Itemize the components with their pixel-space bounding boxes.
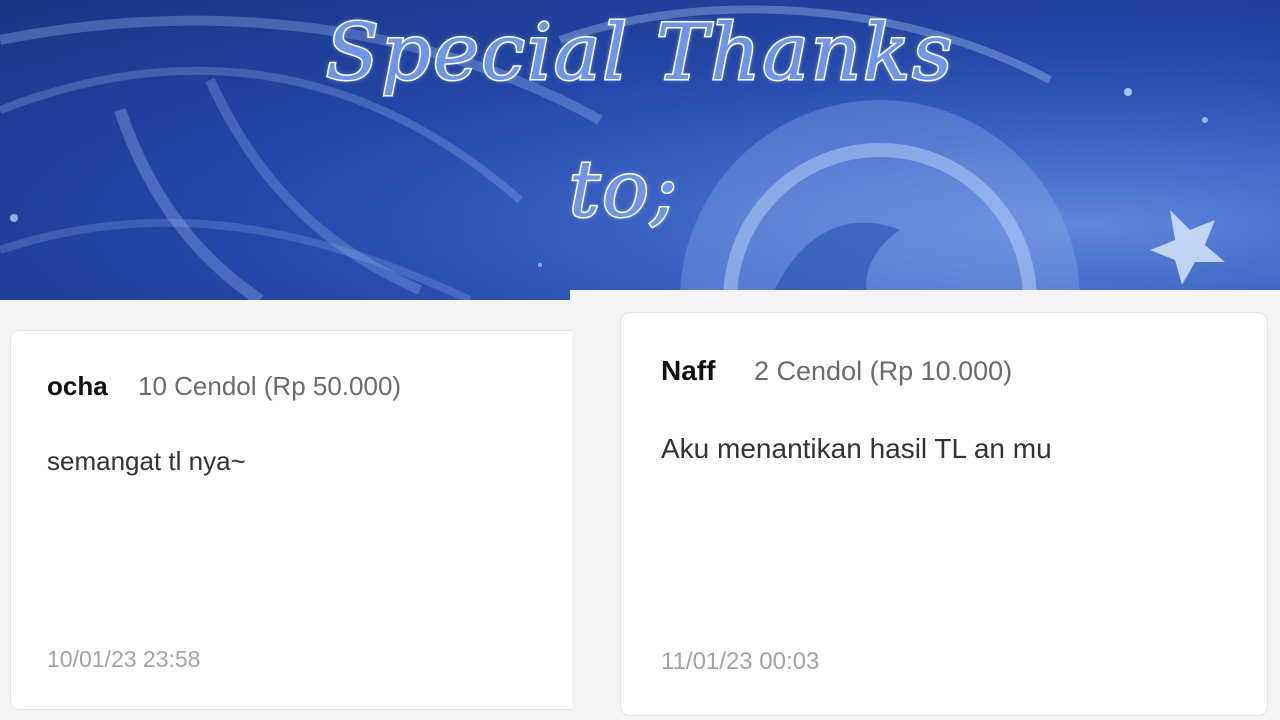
donor-name: Naff bbox=[661, 355, 716, 386]
donation-amount: 10 Cendol (Rp 50.000) bbox=[138, 371, 402, 401]
header-banner: Special Thanks to; bbox=[0, 0, 1280, 300]
title-line-1: Special Thanks bbox=[324, 7, 955, 100]
title-line-2: to; bbox=[567, 144, 680, 237]
donation-card: Naff 2 Cendol (Rp 10.000) Aku menantikan… bbox=[620, 312, 1268, 716]
donation-timestamp: 10/01/23 23:58 bbox=[47, 646, 201, 672]
donation-amount: 2 Cendol (Rp 10.000) bbox=[754, 356, 1013, 386]
donation-message: semangat tl nya~ bbox=[47, 446, 246, 476]
donation-message: Aku menantikan hasil TL an mu bbox=[661, 433, 1052, 464]
donation-card: ocha 10 Cendol (Rp 50.000) semangat tl n… bbox=[10, 330, 572, 710]
donation-timestamp: 11/01/23 00:03 bbox=[661, 648, 820, 675]
donor-name: ocha bbox=[47, 371, 108, 401]
